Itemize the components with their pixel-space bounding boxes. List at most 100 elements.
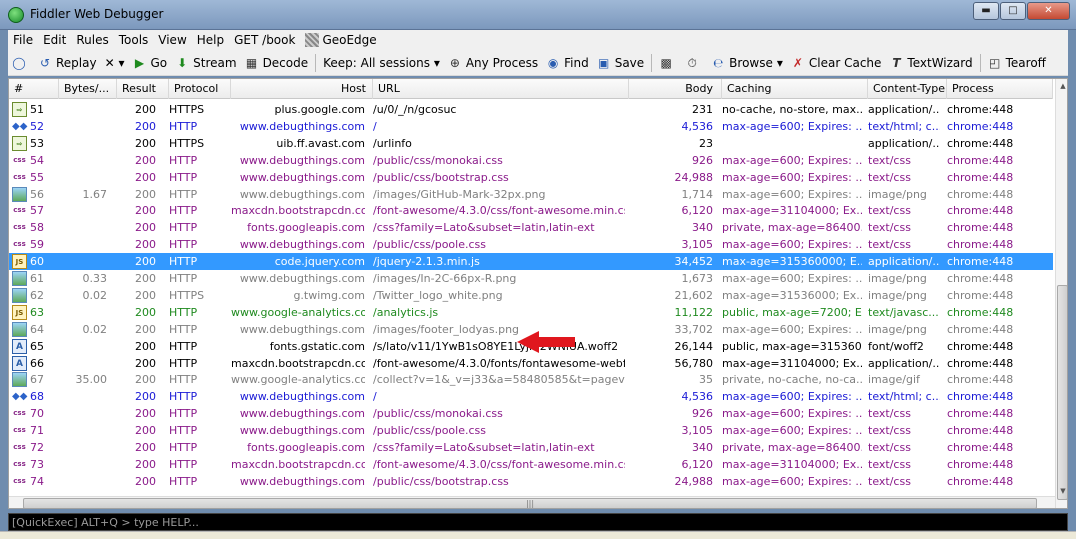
cell-protocol: HTTP — [169, 272, 198, 285]
table-row[interactable]: ⇨ 53 200 HTTPS uib.ff.avast.com/urlinfo 23 app… — [9, 135, 1053, 152]
cell-ctype: image/png — [868, 187, 927, 201]
minimize-button[interactable]: ▬ — [973, 2, 999, 20]
table-row[interactable]: ⇨ 51 200 HTTPS plus.google.com/u/0/_/n/gcosu… — [9, 101, 1053, 118]
table-row[interactable]: A 66 200 HTTP maxcdn.bootstrapcdn.com/font-a… — [9, 355, 1053, 372]
cell-id: 72 — [30, 441, 44, 454]
cell-result: 200 — [135, 441, 156, 454]
cell-id: 57 — [30, 204, 44, 218]
vertical-scrollbar[interactable]: ▲ ▼ — [1055, 79, 1067, 508]
menu-edit[interactable]: Edit — [38, 33, 71, 47]
cell-caching: max-age=600; Expires: ... — [722, 272, 862, 285]
vertical-scroll-thumb[interactable] — [1057, 285, 1067, 500]
column-header-protocol[interactable]: Protocol — [169, 79, 231, 99]
quickexec-input[interactable]: [QuickExec] ALT+Q > type HELP... — [8, 513, 1068, 531]
keep-label: Keep: All sessions ▾ — [323, 55, 440, 70]
table-row[interactable]: JS 60 200 HTTP code.jquery.com/jquery-2.1.3.… — [9, 253, 1053, 271]
keep-sessions-dropdown[interactable]: Keep: All sessions ▾ — [319, 52, 444, 74]
save-label: Save — [614, 55, 645, 70]
menu-file[interactable]: File — [8, 33, 38, 47]
tearoff-button[interactable]: ◰ Tearoff — [984, 52, 1050, 74]
speech-bubble-icon: ◯ — [12, 55, 26, 70]
cell-caching: max-age=600; Expires: ... — [722, 170, 862, 184]
table-row[interactable]: css 71 200 HTTP www.debugthings.com/public/c… — [9, 422, 1053, 439]
column-header-host[interactable]: Host — [231, 79, 373, 99]
column-header-content-type[interactable]: Content-Type — [868, 79, 947, 99]
cell-id: 70 — [30, 407, 44, 421]
cell-caching: max-age=600; Expires: ... — [722, 390, 862, 404]
cell-result: 200 — [135, 457, 156, 471]
stream-button[interactable]: ⬇ Stream — [171, 52, 240, 74]
comment-button[interactable]: ◯ — [8, 52, 34, 74]
cell-ctype: text/css — [868, 221, 911, 235]
cell-host: code.jquery.com — [274, 255, 365, 269]
cell-protocol: HTTP — [169, 373, 198, 387]
scroll-up-icon[interactable]: ▲ — [1058, 81, 1067, 91]
table-row[interactable]: 61 0.33 200 HTTP www.debugthings.com/images/… — [9, 270, 1053, 287]
save-button[interactable]: ▣ Save — [593, 52, 648, 74]
cell-url: /public/css/bootstrap.css — [373, 474, 509, 488]
title-bar: Fiddler Web Debugger ▬ □ ✕ — [0, 0, 1076, 30]
cell-body: 3,105 — [681, 238, 714, 252]
table-row[interactable]: JS 63 200 HTTP www.google-analytics.com/anal… — [9, 304, 1053, 321]
decode-label: Decode — [262, 55, 309, 70]
any-process-label: Any Process — [465, 55, 539, 70]
maximize-button[interactable]: □ — [1000, 2, 1026, 20]
table-row[interactable]: css 59 200 HTTP www.debugthings.com/public/c… — [9, 236, 1053, 253]
column-header-result[interactable]: Result — [117, 79, 169, 99]
chevron-down-icon[interactable]: ▾ — [777, 56, 783, 70]
decode-button[interactable]: ▦ Decode — [241, 52, 313, 74]
browse-button[interactable]: ℮ Browse ▾ — [707, 52, 787, 74]
cell-host: plus.google.com — [274, 103, 365, 116]
table-row[interactable]: css 72 200 HTTP fonts.googleapis.com/css?fam… — [9, 439, 1053, 456]
table-row[interactable]: ◆◆ 52 200 HTTP www.debugthings.com/4,536 max-… — [9, 118, 1053, 135]
clear-cache-button[interactable]: ✗ Clear Cache — [787, 52, 886, 74]
any-process-button[interactable]: ⊕ Any Process — [444, 52, 542, 74]
cell-caching: max-age=600; Expires: ... — [722, 474, 862, 488]
close-button[interactable]: ✕ — [1027, 2, 1070, 20]
replay-button[interactable]: ↺ Replay — [34, 52, 101, 74]
table-row[interactable]: css 58 200 HTTP fonts.googleapis.com/css?fam… — [9, 219, 1053, 236]
table-row[interactable]: css 74 200 HTTP www.debugthings.com/public/c… — [9, 473, 1053, 490]
table-row[interactable]: css 57 200 HTTP maxcdn.bootstrapcdn.com/font… — [9, 202, 1053, 219]
menu-help[interactable]: Help — [192, 33, 229, 47]
textwizard-button[interactable]: T TextWizard — [885, 52, 976, 74]
menu-get-book[interactable]: GET /book — [229, 33, 300, 47]
cell-process: chrome:448 — [947, 339, 1014, 353]
column-header-id[interactable]: # — [9, 79, 59, 99]
cell-process: chrome:448 — [947, 407, 1014, 421]
column-header-url[interactable]: URL — [373, 79, 629, 99]
go-button[interactable]: ▶ Go — [129, 52, 172, 74]
horizontal-scrollbar[interactable]: ||| — [9, 496, 1055, 508]
table-row[interactable]: css 70 200 HTTP www.debugthings.com/public/c… — [9, 405, 1053, 422]
cell-process: chrome:448 — [947, 457, 1014, 471]
column-header-body[interactable]: Body — [629, 79, 722, 99]
cell-result: 200 — [135, 170, 156, 184]
table-row[interactable]: ◆◆ 68 200 HTTP www.debugthings.com/4,536 max-… — [9, 388, 1053, 405]
cell-url: /analytics.js — [373, 305, 439, 319]
menu-tools[interactable]: Tools — [114, 33, 154, 47]
cell-result: 200 — [135, 204, 156, 218]
textwizard-icon: T — [892, 55, 901, 70]
timer-button[interactable]: ⏱ — [681, 52, 707, 74]
horizontal-scroll-thumb[interactable]: ||| — [23, 498, 1037, 508]
table-row[interactable]: css 73 200 HTTP maxcdn.bootstrapcdn.com/font… — [9, 456, 1053, 473]
menu-geoedge[interactable]: GeoEdge — [300, 33, 381, 48]
column-header-bytes[interactable]: Bytes/... — [59, 79, 117, 99]
column-header-process[interactable]: Process — [947, 79, 1053, 99]
find-button[interactable]: ◉ Find — [542, 52, 593, 74]
table-row[interactable]: 62 0.02 200 HTTPS g.twimg.com/Twitter_logo_w… — [9, 287, 1053, 304]
cell-protocol: HTTP — [169, 474, 198, 488]
screenshot-button[interactable]: ▩ — [655, 52, 681, 74]
menu-view[interactable]: View — [153, 33, 191, 47]
cell-url: /collect?v=1&_v=j33&a=58480585&t=pagevie… — [373, 373, 625, 387]
scroll-down-icon[interactable]: ▼ — [1058, 486, 1067, 496]
column-header-caching[interactable]: Caching — [722, 79, 868, 99]
table-row[interactable]: 67 35.00 200 HTTP www.google-analytics.com/c… — [9, 371, 1053, 388]
cell-ctype: text/css — [868, 170, 911, 184]
table-row[interactable]: css 54 200 HTTP www.debugthings.com/public/c… — [9, 152, 1053, 169]
menu-rules[interactable]: Rules — [71, 33, 113, 47]
remove-button[interactable]: ✕ ▾ — [101, 52, 129, 74]
cell-caching: max-age=600; Expires: ... — [722, 238, 862, 252]
table-row[interactable]: css 55 200 HTTP www.debugthings.com/public/c… — [9, 169, 1053, 186]
table-row[interactable]: 56 1.67 200 HTTP www.debugthings.com/images/… — [9, 186, 1053, 203]
